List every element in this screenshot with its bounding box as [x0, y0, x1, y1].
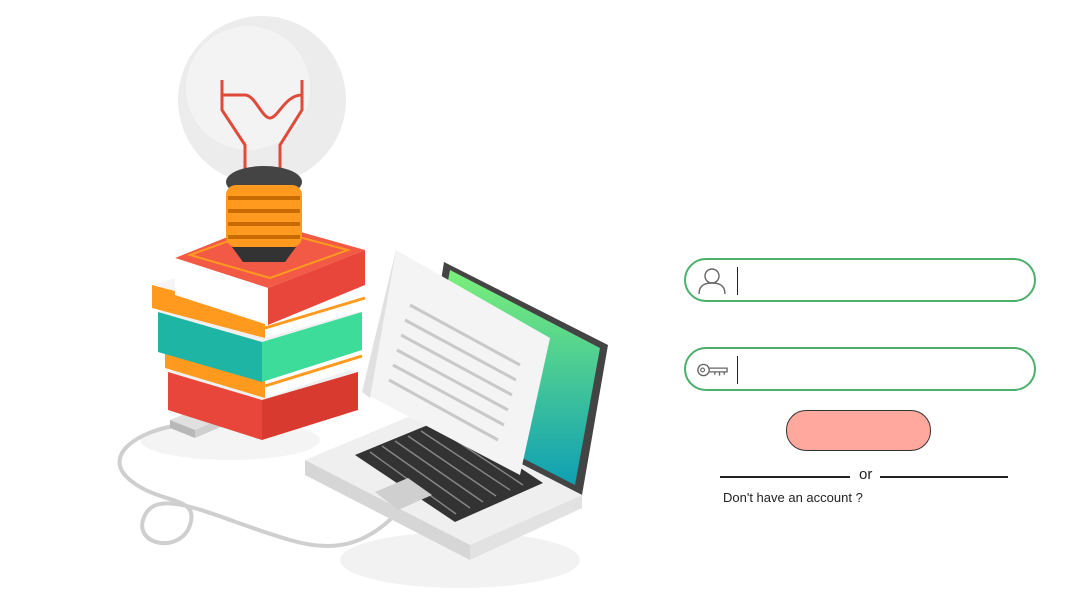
user-icon	[698, 268, 726, 295]
text-caret	[737, 267, 738, 295]
username-field[interactable]	[684, 258, 1036, 302]
text-caret	[737, 356, 738, 384]
lightbulb	[178, 16, 346, 262]
hero-illustration	[117, 16, 608, 588]
key-icon	[697, 363, 728, 377]
username-input[interactable]	[742, 264, 1026, 298]
password-field[interactable]	[684, 347, 1036, 391]
divider-line-left	[720, 476, 850, 478]
signup-link[interactable]: Don't have an account ?	[723, 490, 863, 505]
divider-or-text: or	[859, 466, 873, 483]
password-input[interactable]	[742, 353, 1026, 387]
divider-line-right	[880, 476, 1008, 478]
login-button[interactable]	[786, 410, 931, 451]
